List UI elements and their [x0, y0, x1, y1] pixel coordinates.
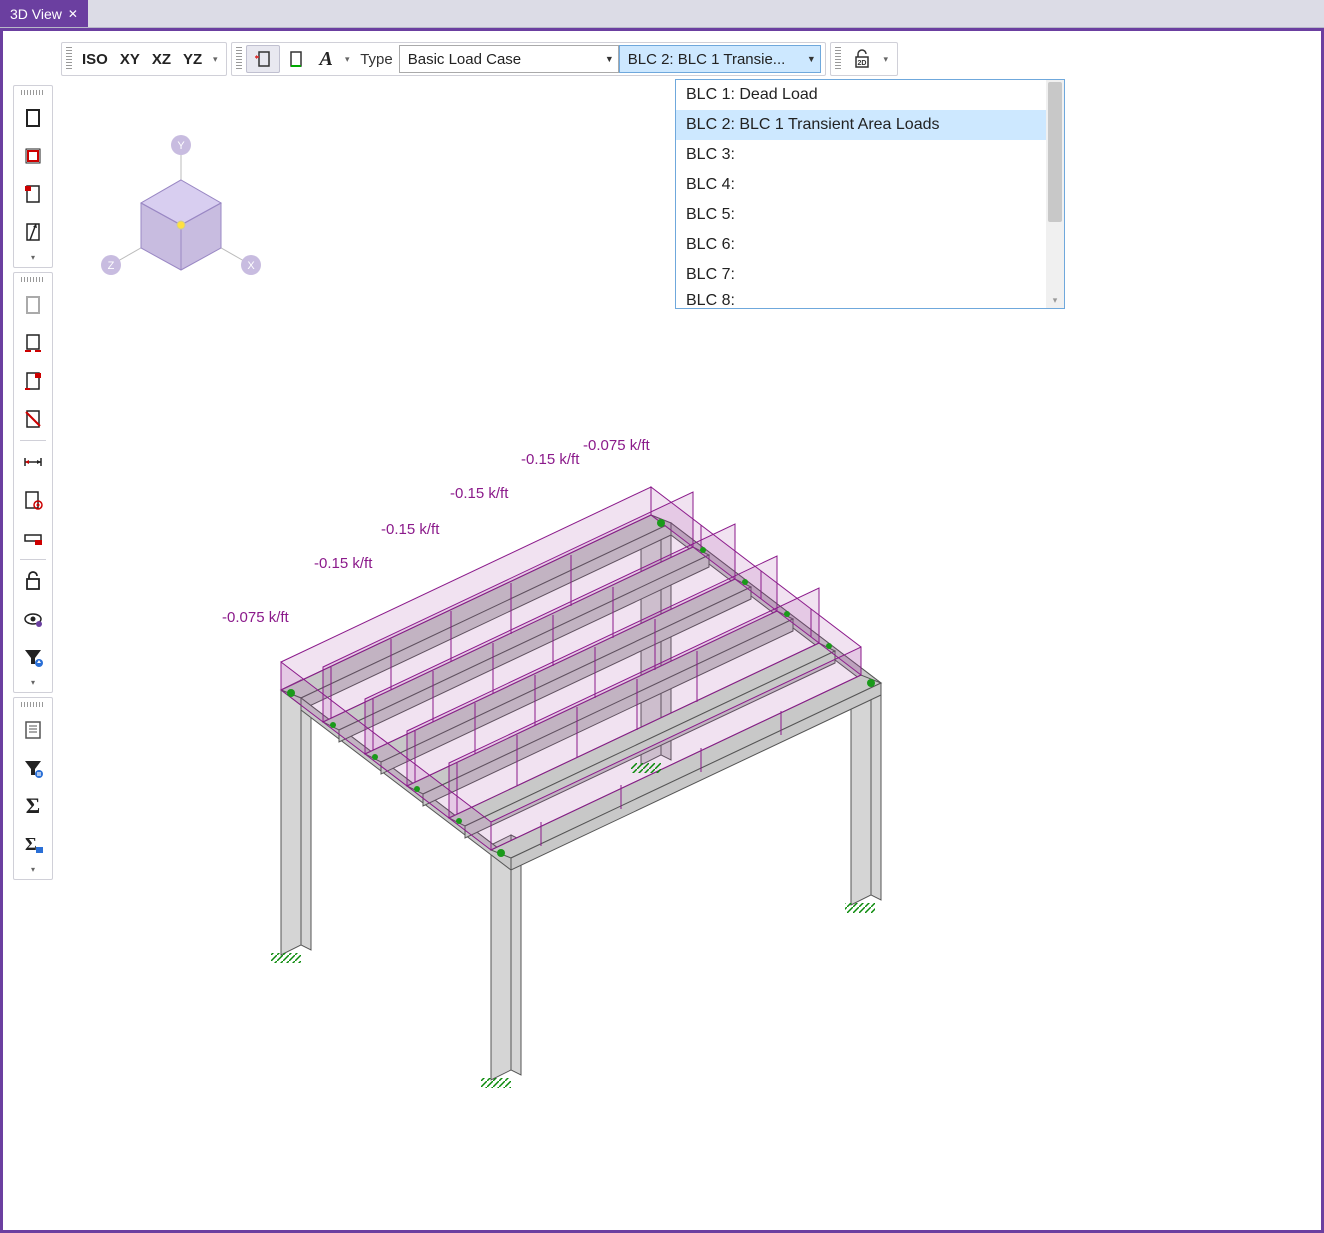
- chevron-down-icon[interactable]: ▾: [14, 676, 52, 688]
- lock-2d-button[interactable]: 2D: [845, 45, 879, 73]
- view-xz-button[interactable]: XZ: [146, 45, 177, 73]
- support-flag-icon[interactable]: [18, 366, 48, 396]
- sigma-icon[interactable]: Σ: [18, 791, 48, 821]
- view-orientation-group: ISO XY XZ YZ ▾: [61, 42, 227, 76]
- tab-title: 3D View: [10, 6, 62, 22]
- load-arrow-icon: [253, 49, 273, 69]
- load-type-value: Basic Load Case: [408, 51, 521, 68]
- dropdown-item[interactable]: BLC 4:: [676, 170, 1046, 200]
- dropdown-item[interactable]: BLC 8:: [676, 290, 1046, 308]
- left-toolbar: ▾ ▾ Σ Σ ▾: [13, 85, 53, 884]
- separator: [20, 440, 46, 441]
- dropdown-item[interactable]: BLC 3:: [676, 140, 1046, 170]
- grip-icon: [236, 47, 242, 71]
- chevron-down-icon[interactable]: ▾: [1046, 295, 1064, 306]
- dropdown-item[interactable]: BLC 2: BLC 1 Transient Area Loads: [676, 110, 1046, 140]
- chevron-down-icon[interactable]: ▾: [14, 863, 52, 875]
- dropdown-item[interactable]: BLC 1: Dead Load: [676, 80, 1046, 110]
- load-value-label: -0.15 k/ft: [450, 485, 508, 502]
- dropdown-item[interactable]: BLC 7:: [676, 260, 1046, 290]
- sigma-sub-icon[interactable]: Σ: [18, 829, 48, 859]
- close-icon[interactable]: ✕: [68, 7, 78, 21]
- load-type-select[interactable]: Basic Load Case: [399, 45, 619, 73]
- axis-z-label: Z: [108, 260, 115, 272]
- dropdown-item[interactable]: BLC 6:: [676, 230, 1046, 260]
- eye-icon[interactable]: [18, 604, 48, 634]
- load-value-label: -0.15 k/ft: [381, 521, 439, 538]
- chevron-down-icon[interactable]: ▾: [879, 54, 893, 65]
- view-iso-button[interactable]: ISO: [76, 45, 114, 73]
- chevron-down-icon[interactable]: ▾: [340, 54, 354, 65]
- node-square-icon[interactable]: [18, 141, 48, 171]
- funnel-down-icon[interactable]: [18, 642, 48, 672]
- grip-icon: [21, 90, 45, 95]
- load-case-dropdown: BLC 1: Dead Load BLC 2: BLC 1 Transient …: [675, 79, 1065, 309]
- load-case-select[interactable]: BLC 2: BLC 1 Transie...: [619, 45, 821, 73]
- lock-open-icon[interactable]: [18, 566, 48, 596]
- view-xy-button[interactable]: XY: [114, 45, 146, 73]
- dropdown-list: BLC 1: Dead Load BLC 2: BLC 1 Transient …: [676, 80, 1046, 308]
- chevron-down-icon[interactable]: ▾: [14, 251, 52, 263]
- grip-icon: [21, 277, 45, 282]
- supports-icon[interactable]: [18, 328, 48, 358]
- dropdown-item[interactable]: BLC 5:: [676, 200, 1046, 230]
- separator: [20, 559, 46, 560]
- node-flag-icon[interactable]: [18, 179, 48, 209]
- load-display-1-button[interactable]: [246, 45, 280, 73]
- orientation-cube[interactable]: X Y Z: [91, 125, 291, 325]
- tab-bar: 3D View ✕: [0, 0, 1324, 28]
- svg-text:Σ: Σ: [25, 834, 37, 854]
- release-icon[interactable]: [18, 523, 48, 553]
- dropdown-scrollbar[interactable]: ▾: [1046, 80, 1064, 308]
- load-case-value: BLC 2: BLC 1 Transie...: [628, 51, 786, 68]
- left-panel-1: ▾: [13, 85, 53, 268]
- load-value-label: -0.15 k/ft: [314, 555, 372, 572]
- lock-2d-icon: 2D: [851, 48, 873, 70]
- lock-group: 2D ▾: [830, 42, 898, 76]
- view-yz-button[interactable]: YZ: [177, 45, 208, 73]
- grip-icon: [835, 47, 841, 71]
- gear-frame-icon[interactable]: [18, 485, 48, 515]
- load-value-label: -0.075 k/ft: [583, 437, 650, 454]
- tab-3d-view[interactable]: 3D View ✕: [0, 0, 88, 27]
- left-panel-3: Σ Σ ▾: [13, 697, 53, 880]
- load-display-2-button[interactable]: [280, 45, 312, 73]
- axis-y-label: Y: [177, 140, 185, 152]
- load-display-3-button[interactable]: A: [312, 45, 340, 73]
- structure-model: [151, 415, 1051, 1135]
- load-display-group: A ▾ Type Basic Load Case BLC 2: BLC 1 Tr…: [231, 42, 826, 76]
- frame-gray-icon[interactable]: [18, 290, 48, 320]
- top-toolbar: ISO XY XZ YZ ▾ A ▾ Ty: [61, 39, 898, 79]
- chevron-down-icon[interactable]: ▾: [208, 54, 222, 65]
- load-frame-green-icon: [286, 49, 306, 69]
- funnel-eq-icon[interactable]: [18, 753, 48, 783]
- type-label: Type: [354, 51, 399, 68]
- load-value-label: -0.075 k/ft: [222, 609, 289, 626]
- axis-x-label: X: [247, 260, 255, 272]
- dim-h-icon[interactable]: [18, 447, 48, 477]
- grip-icon: [66, 47, 72, 71]
- view-frame: ISO XY XZ YZ ▾ A ▾ Ty: [0, 28, 1324, 1233]
- load-value-label: -0.15 k/ft: [521, 451, 579, 468]
- results-sheet-icon[interactable]: [18, 715, 48, 745]
- scrollbar-thumb[interactable]: [1048, 82, 1062, 222]
- cross-frame-icon[interactable]: [18, 404, 48, 434]
- svg-text:2D: 2D: [857, 60, 866, 67]
- frame-icon[interactable]: [18, 103, 48, 133]
- member-arrow-icon[interactable]: [18, 217, 48, 247]
- grip-icon: [21, 702, 45, 707]
- left-panel-2: ▾: [13, 272, 53, 693]
